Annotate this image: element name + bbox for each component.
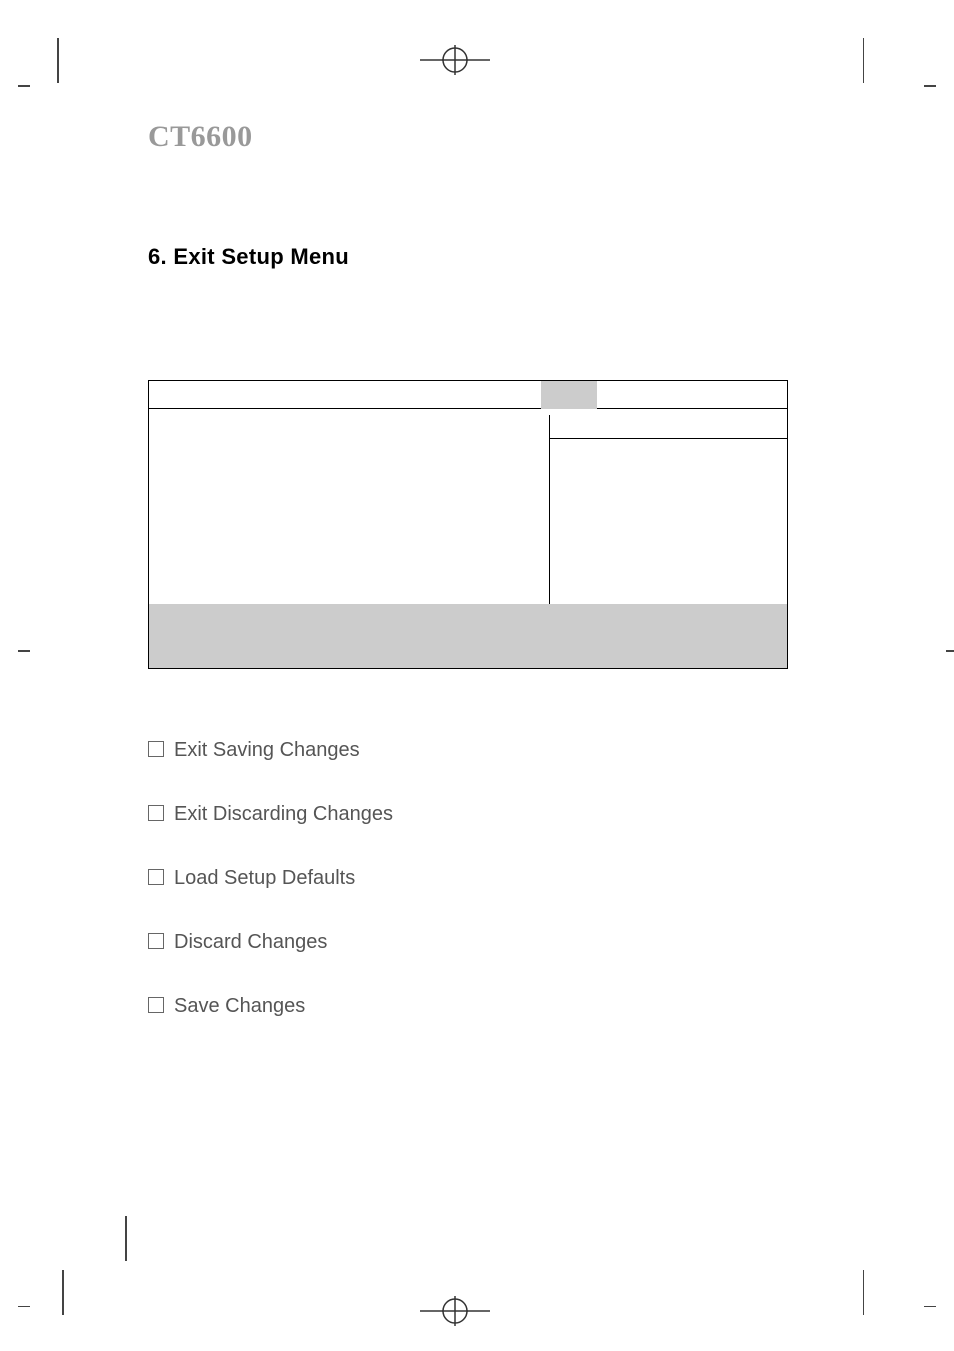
crop-mark: [946, 650, 954, 652]
crop-mark: [863, 38, 865, 83]
checkbox-icon: [148, 869, 164, 885]
list-item: Load Setup Defaults: [148, 865, 788, 891]
crop-mark: [18, 1306, 30, 1308]
list-item: Save Changes: [148, 993, 788, 1019]
option-label: Exit Saving Changes: [174, 737, 360, 763]
checkbox-icon: [148, 805, 164, 821]
crop-mark: [125, 1216, 127, 1261]
option-label: Exit Discarding Changes: [174, 801, 393, 827]
bios-right-body: [549, 439, 787, 604]
page-content: CT6600 6. Exit Setup Menu Exit Saving Ch…: [148, 120, 788, 1057]
bios-tab-spacer: [149, 381, 541, 408]
bios-tab-row: [149, 381, 787, 409]
list-item: Exit Saving Changes: [148, 737, 788, 763]
crop-mark: [62, 1270, 64, 1315]
crop-mark: [924, 1306, 936, 1308]
section-heading: 6. Exit Setup Menu: [148, 244, 788, 270]
crop-mark: [863, 1270, 865, 1315]
list-item: Discard Changes: [148, 929, 788, 955]
option-label: Load Setup Defaults: [174, 865, 355, 891]
registration-mark-icon: [420, 1291, 490, 1331]
registration-mark-icon: [420, 40, 490, 80]
bios-body: [149, 409, 787, 604]
checkbox-icon: [148, 997, 164, 1013]
bios-right-header: [549, 415, 787, 439]
option-label: Discard Changes: [174, 929, 327, 955]
list-item: Exit Discarding Changes: [148, 801, 788, 827]
bios-tab-active: [541, 381, 597, 409]
crop-mark: [18, 650, 30, 652]
crop-mark: [57, 38, 59, 83]
model-name: CT6600: [148, 120, 788, 154]
option-label: Save Changes: [174, 993, 305, 1019]
bios-left-pane: [149, 409, 549, 604]
bios-setup-box: [148, 380, 788, 669]
checkbox-icon: [148, 741, 164, 757]
crop-mark: [18, 85, 30, 87]
bios-footer: [149, 604, 787, 668]
crop-mark: [924, 85, 936, 87]
options-list: Exit Saving Changes Exit Discarding Chan…: [148, 737, 788, 1019]
bios-right-pane: [549, 409, 787, 604]
checkbox-icon: [148, 933, 164, 949]
